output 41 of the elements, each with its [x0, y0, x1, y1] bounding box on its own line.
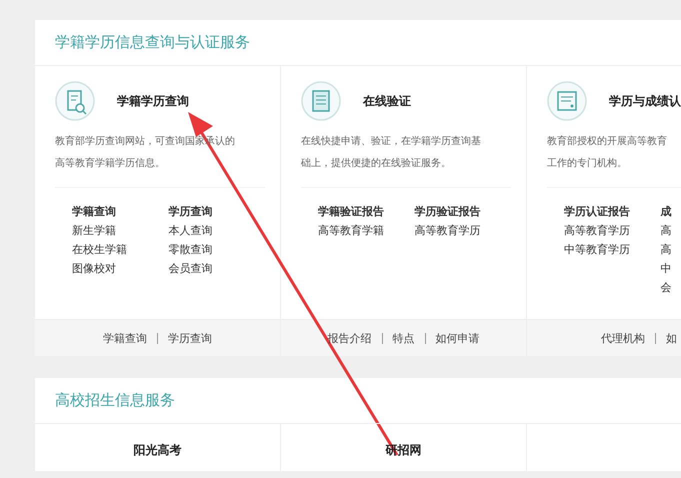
service-description: 教育部授权的开展高等教育 — [547, 134, 668, 149]
footer-link[interactable]: 如何申请 — [436, 330, 480, 346]
service-description: 工作的专门机构。 — [547, 156, 628, 171]
service-link[interactable]: 零散查询 — [168, 242, 265, 257]
section-title: 学籍学历信息查询与认证服务 — [35, 20, 681, 66]
link-group-title[interactable]: 学历查询 — [168, 204, 265, 219]
section-title: 高校招生信息服务 — [35, 378, 681, 424]
service-title[interactable]: 学籍学历查询 — [117, 92, 189, 110]
footer-link[interactable]: 代理机构 — [601, 330, 645, 346]
service-link[interactable]: 高等教育学籍 — [318, 223, 414, 238]
link-group-title[interactable]: 学籍查询 — [72, 204, 168, 219]
service-link[interactable]: 新生学籍 — [72, 223, 168, 238]
service-link[interactable]: 中 — [660, 261, 681, 276]
service-description: 在线快捷申请、验证，在学籍学历查询基 — [301, 134, 482, 149]
link-group-title[interactable]: 成 — [660, 204, 681, 219]
service-title[interactable]: 阳光高考 — [35, 424, 280, 471]
service-link[interactable]: 中等教育学历 — [564, 242, 660, 257]
link-group-title[interactable]: 学历认证报告 — [564, 204, 660, 219]
service-description: 础上，提供便捷的在线验证服务。 — [301, 156, 452, 171]
service-link[interactable]: 会员查询 — [168, 261, 265, 276]
footer-link[interactable]: 如 — [666, 330, 677, 346]
footer-link[interactable]: 报告介绍 — [328, 330, 372, 346]
service-link[interactable]: 本人查询 — [168, 223, 265, 238]
service-title[interactable]: 在线验证 — [363, 92, 411, 110]
link-group-title[interactable]: 学历验证报告 — [414, 204, 511, 219]
service-link[interactable]: 高等教育学历 — [414, 223, 511, 238]
service-link[interactable]: 高等教育学历 — [564, 223, 660, 238]
link-group-title[interactable]: 学籍验证报告 — [318, 204, 414, 219]
document-search-icon — [55, 81, 95, 121]
footer-link[interactable]: 学籍查询 — [103, 330, 147, 346]
service-link[interactable]: 高 — [660, 242, 681, 257]
service-title[interactable]: 学历与成绩认 — [609, 92, 681, 110]
service-link[interactable]: 高 — [660, 223, 681, 238]
footer-link[interactable]: 学历查询 — [168, 330, 212, 346]
footer-link[interactable]: 特点 — [392, 330, 414, 346]
service-link[interactable]: 图像校对 — [72, 261, 168, 276]
document-icon — [301, 81, 341, 121]
service-link[interactable]: 会 — [660, 280, 681, 295]
certificate-icon — [547, 81, 587, 121]
service-description: 高等教育学籍学历信息。 — [55, 156, 166, 171]
service-link[interactable]: 在校生学籍 — [72, 242, 168, 257]
